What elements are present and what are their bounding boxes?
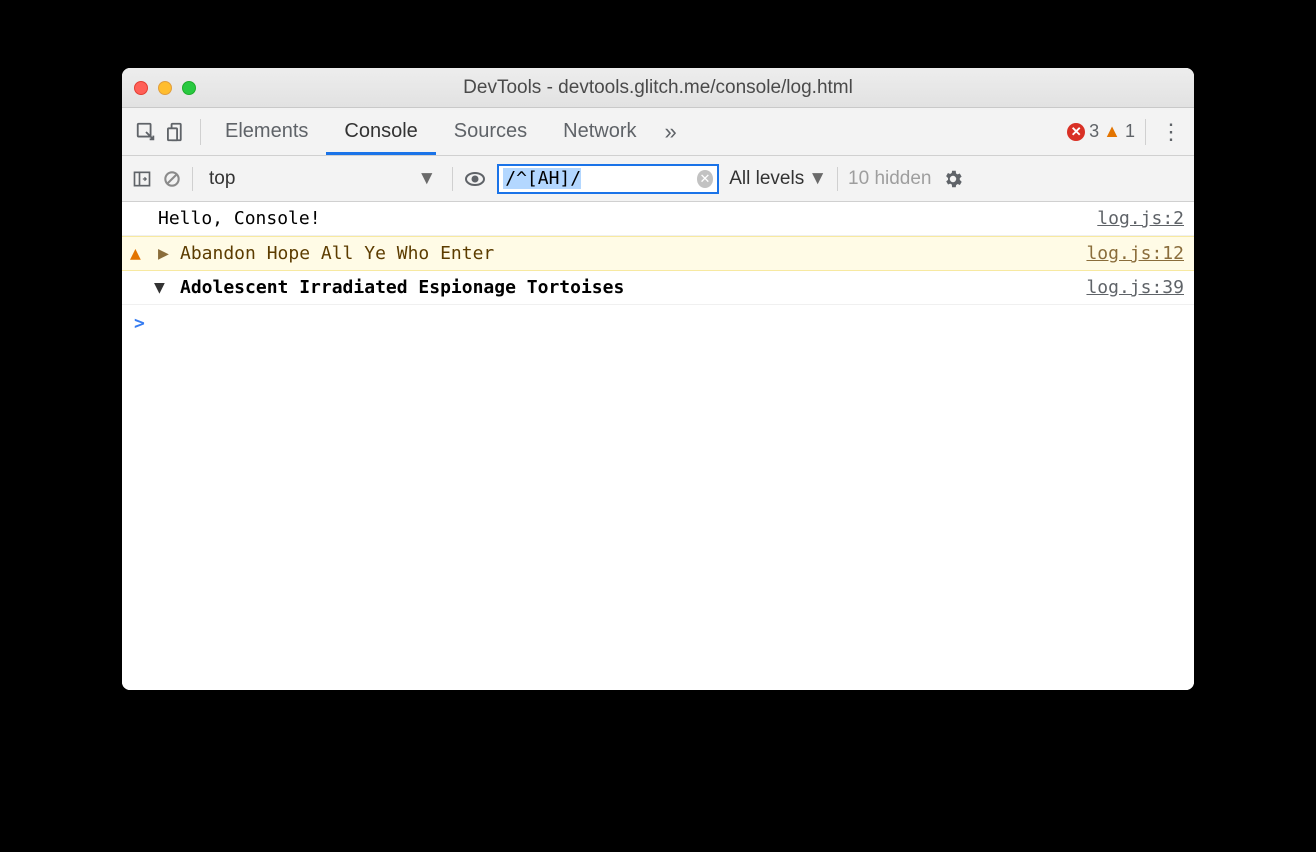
context-selector[interactable]: top ▼	[203, 168, 442, 190]
dropdown-icon: ▼	[808, 168, 827, 190]
inspect-element-icon[interactable]	[130, 116, 162, 148]
prompt-chevron-icon: >	[134, 313, 145, 334]
hidden-messages-label[interactable]: 10 hidden	[848, 168, 931, 190]
filter-input-container: ✕	[497, 164, 719, 194]
context-label: top	[209, 168, 235, 190]
log-levels-selector[interactable]: All levels ▼	[729, 168, 827, 190]
console-toolbar: top ▼ ✕ All levels ▼ 10 hidden	[122, 156, 1194, 202]
live-expression-icon[interactable]	[463, 167, 487, 191]
log-message: Hello, Console!	[158, 208, 1097, 229]
disclosure-right-icon[interactable]: ▶	[158, 243, 169, 264]
log-source-link[interactable]: log.js:39	[1086, 277, 1184, 298]
warning-icon: ▲	[1103, 121, 1121, 142]
warning-count-badge[interactable]: ▲ 1	[1103, 121, 1135, 142]
log-row[interactable]: Hello, Console! log.js:2	[122, 202, 1194, 236]
window-title: DevTools - devtools.glitch.me/console/lo…	[122, 77, 1194, 99]
log-message: Abandon Hope All Ye Who Enter	[180, 243, 1086, 264]
warning-icon: ▲	[130, 243, 141, 264]
levels-label: All levels	[729, 168, 804, 190]
devtools-window: DevTools - devtools.glitch.me/console/lo…	[122, 68, 1194, 690]
log-source-link[interactable]: log.js:12	[1086, 243, 1184, 264]
device-toolbar-icon[interactable]	[162, 116, 194, 148]
log-message: Adolescent Irradiated Espionage Tortoise…	[180, 277, 1086, 298]
divider	[200, 119, 201, 145]
tab-sources[interactable]: Sources	[436, 108, 545, 155]
tabs-bar: Elements Console Sources Network » ✕ 3 ▲…	[122, 108, 1194, 156]
divider	[452, 167, 453, 191]
titlebar: DevTools - devtools.glitch.me/console/lo…	[122, 68, 1194, 108]
clear-console-icon[interactable]	[162, 169, 182, 189]
divider	[837, 167, 838, 191]
tab-console[interactable]: Console	[326, 108, 435, 155]
log-row-warning[interactable]: ▲ ▶ Abandon Hope All Ye Who Enter log.js…	[122, 236, 1194, 271]
kebab-menu-icon[interactable]: ⋮	[1156, 119, 1186, 145]
clear-filter-icon[interactable]: ✕	[697, 170, 714, 188]
filter-input[interactable]	[503, 168, 696, 189]
divider	[1145, 119, 1146, 145]
console-prompt[interactable]: >	[122, 305, 1194, 342]
log-source-link[interactable]: log.js:2	[1097, 208, 1184, 229]
error-icon: ✕	[1067, 123, 1085, 141]
divider	[192, 167, 193, 191]
error-count: 3	[1089, 121, 1099, 142]
dropdown-icon: ▼	[417, 168, 436, 190]
log-row-group[interactable]: ▼ Adolescent Irradiated Espionage Tortoi…	[122, 271, 1194, 305]
more-tabs-button[interactable]: »	[655, 119, 687, 145]
sidebar-toggle-icon[interactable]	[132, 169, 152, 189]
warning-count: 1	[1125, 121, 1135, 142]
error-count-badge[interactable]: ✕ 3	[1067, 121, 1099, 142]
console-output: Hello, Console! log.js:2 ▲ ▶ Abandon Hop…	[122, 202, 1194, 690]
disclosure-down-icon[interactable]: ▼	[154, 277, 165, 298]
tab-network[interactable]: Network	[545, 108, 654, 155]
tab-elements[interactable]: Elements	[207, 108, 326, 155]
console-settings-icon[interactable]	[942, 168, 964, 190]
